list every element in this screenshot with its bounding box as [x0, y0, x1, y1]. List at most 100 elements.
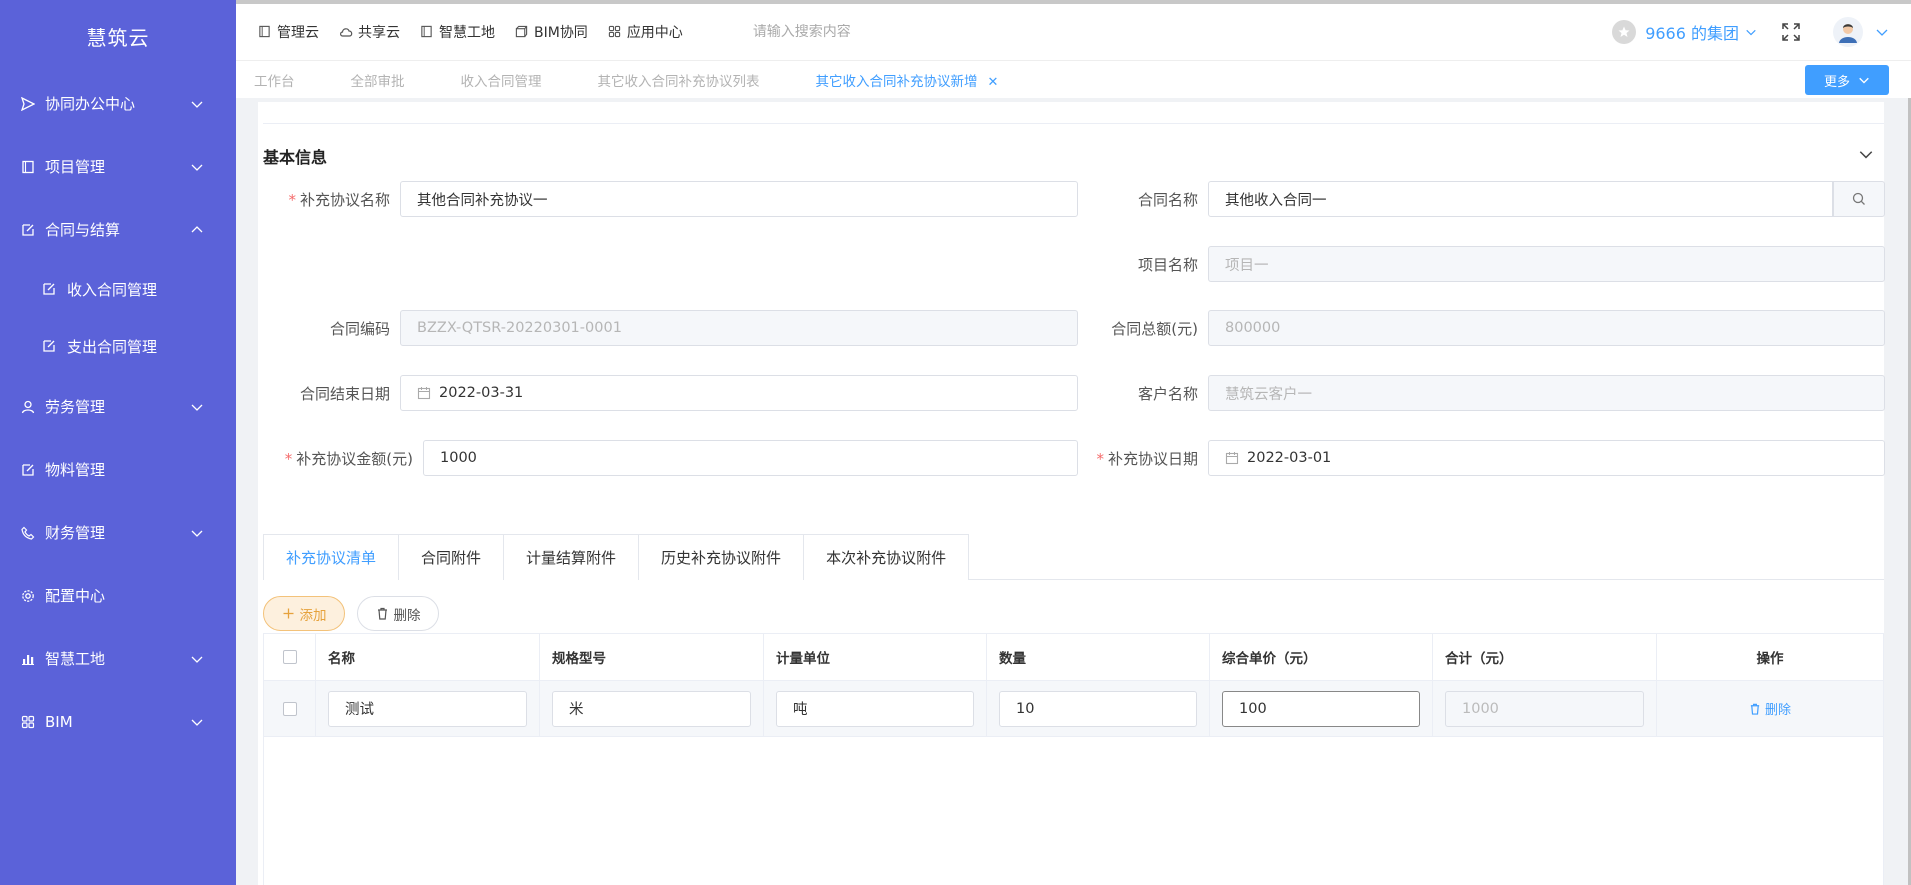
chevron-down-icon	[190, 97, 204, 111]
top-nav-label: 智慧工地	[439, 25, 495, 41]
sidebar-item-finance[interactable]: 财务管理	[0, 501, 236, 564]
fullscreen-icon[interactable]	[1781, 22, 1801, 42]
sidebar-item-project[interactable]: 项目管理	[0, 135, 236, 198]
header-cell: 操作	[1756, 651, 1784, 667]
header-cell: 名称	[316, 634, 540, 680]
cube-icon	[515, 25, 529, 39]
sidebar: 慧筑云 协同办公中心 项目管理 合同与结算 收入合同管理 支出合同管理 劳务管理…	[0, 0, 236, 885]
send-icon	[20, 96, 36, 112]
field-label: * 补充协议日期	[1096, 449, 1198, 468]
field-label: * 补充协议名称	[288, 190, 390, 209]
sidebar-item-bim[interactable]: BIM	[0, 690, 236, 753]
contract-search-button[interactable]	[1833, 181, 1885, 217]
end-date-picker[interactable]: 2022-03-31	[400, 375, 1078, 411]
required-mark: *	[288, 190, 296, 209]
chevron-down-icon[interactable]	[1875, 25, 1889, 39]
header-cell: 计量单位	[764, 634, 987, 680]
table-row: 测试 米 吨 10 100 1000 删除	[264, 681, 1883, 737]
tab-contract-attachments[interactable]: 合同附件	[399, 534, 505, 580]
customer-input: 慧筑云客户一	[1208, 375, 1885, 411]
field-label: * 补充协议金额(元)	[284, 449, 413, 468]
global-search-input[interactable]	[752, 24, 953, 40]
field-customer: 客户名称 慧筑云客户一	[1086, 375, 1885, 411]
tab-all-approvals[interactable]: 全部审批	[351, 70, 405, 90]
top-nav-app-center[interactable]: 应用中心	[608, 22, 683, 42]
tab-settlement-attachments[interactable]: 计量结算附件	[504, 534, 640, 580]
close-icon[interactable]: ✕	[988, 75, 999, 90]
edit-doc-icon	[20, 222, 36, 238]
top-nav-smart-site[interactable]: 智慧工地	[420, 22, 495, 42]
total-input: 1000	[1445, 690, 1644, 727]
section-title: 基本信息	[263, 148, 328, 167]
items-table: 名称 规格型号 计量单位 数量 综合单价（元） 合计（元） 操作 测试 米 吨 …	[263, 633, 1884, 885]
top-nav-share-cloud[interactable]: 共享云	[339, 22, 400, 42]
supp-name-input[interactable]: 其他合同补充协议一	[400, 181, 1078, 217]
contract-name-input[interactable]: 其他收入合同一	[1208, 181, 1833, 217]
delete-rows-button[interactable]: 删除	[357, 596, 439, 631]
price-cell: 100	[1210, 681, 1433, 736]
name-input[interactable]: 测试	[328, 690, 527, 727]
sidebar-subitem-income-contract[interactable]: 收入合同管理	[0, 261, 236, 318]
sidebar-item-config[interactable]: 配置中心	[0, 564, 236, 627]
required-mark: *	[284, 449, 293, 468]
qty-cell: 10	[987, 681, 1210, 736]
spec-input[interactable]: 米	[552, 690, 751, 727]
supp-date-value: 2022-03-01	[1247, 450, 1332, 466]
qty-input[interactable]: 10	[999, 690, 1197, 727]
field-end-date: 合同结束日期 2022-03-31	[263, 375, 1078, 411]
edit-doc-icon	[20, 462, 36, 478]
more-button[interactable]: 更多	[1805, 65, 1889, 95]
row-select-cell	[264, 681, 316, 736]
top-header: 管理云 共享云 智慧工地 BIM协同 应用中心 9666 的集团	[236, 4, 1911, 60]
top-nav-management-cloud[interactable]: 管理云	[258, 22, 319, 42]
edit-doc-icon	[42, 339, 58, 355]
op-cell: 删除	[1657, 681, 1883, 736]
page-tabs: 工作台 全部审批 收入合同管理 其它收入合同补充协议列表 其它收入合同补充协议新…	[236, 60, 1911, 98]
field-label: 合同名称	[1137, 190, 1198, 209]
sidebar-item-label: 合同与结算	[45, 221, 121, 239]
tab-current-attachments[interactable]: 本次补充协议附件	[804, 534, 970, 580]
supp-amount-input[interactable]: 1000	[423, 440, 1078, 476]
worker-icon	[20, 399, 36, 415]
sidebar-item-collab[interactable]: 协同办公中心	[0, 72, 236, 135]
group-selector[interactable]: 9666 的集团	[1612, 20, 1757, 44]
supp-date-picker[interactable]: 2022-03-01	[1208, 440, 1885, 476]
price-input[interactable]: 100	[1222, 690, 1420, 727]
sidebar-item-contract[interactable]: 合同与结算	[0, 198, 236, 261]
edit-doc-icon	[42, 282, 58, 298]
top-nav-bim[interactable]: BIM协同	[515, 22, 588, 42]
sidebar-item-label: 协同办公中心	[45, 95, 136, 113]
sidebar-item-smart-site[interactable]: 智慧工地	[0, 627, 236, 690]
delete-label: 删除	[393, 607, 421, 624]
top-nav-label: BIM协同	[534, 25, 588, 41]
row-checkbox[interactable]	[282, 701, 297, 716]
tab-workbench[interactable]: 工作台	[254, 70, 295, 90]
tab-income-contract[interactable]: 收入合同管理	[461, 70, 542, 90]
header-cell: 数量	[987, 634, 1210, 680]
bar-chart-icon	[20, 651, 36, 667]
tab-supp-list[interactable]: 其它收入合同补充协议列表	[598, 70, 760, 90]
sidebar-item-label: 收入合同管理	[67, 281, 158, 299]
tab-supp-items[interactable]: 补充协议清单	[263, 534, 400, 580]
add-row-button[interactable]: 添加	[263, 596, 345, 631]
user-avatar[interactable]	[1833, 17, 1863, 47]
row-delete-button[interactable]: 删除	[1749, 699, 1791, 718]
select-all-checkbox[interactable]	[282, 650, 297, 664]
group-name: 9666 的集团	[1645, 24, 1739, 43]
sidebar-item-label: 劳务管理	[45, 398, 106, 416]
required-mark: *	[1096, 449, 1104, 468]
tab-history-attachments[interactable]: 历史补充协议附件	[639, 534, 805, 580]
sidebar-subitem-expense-contract[interactable]: 支出合同管理	[0, 318, 236, 375]
book-icon	[420, 25, 434, 39]
main-panel: 基本信息 * 补充协议名称 其他合同补充协议一 合同名称 其他收入合同一 项目名称…	[258, 102, 1885, 885]
sidebar-item-material[interactable]: 物料管理	[0, 438, 236, 501]
tab-supp-new[interactable]: 其它收入合同补充协议新增 ✕	[816, 70, 999, 90]
header-cell: 规格型号	[540, 634, 764, 680]
field-label: 合同编码	[329, 319, 390, 338]
chevron-down-icon	[190, 160, 204, 174]
grid-icon	[608, 25, 622, 39]
sidebar-item-label: BIM	[45, 712, 73, 731]
unit-input[interactable]: 吨	[776, 690, 974, 727]
chevron-down-icon[interactable]	[1858, 146, 1874, 162]
sidebar-item-labor[interactable]: 劳务管理	[0, 375, 236, 438]
